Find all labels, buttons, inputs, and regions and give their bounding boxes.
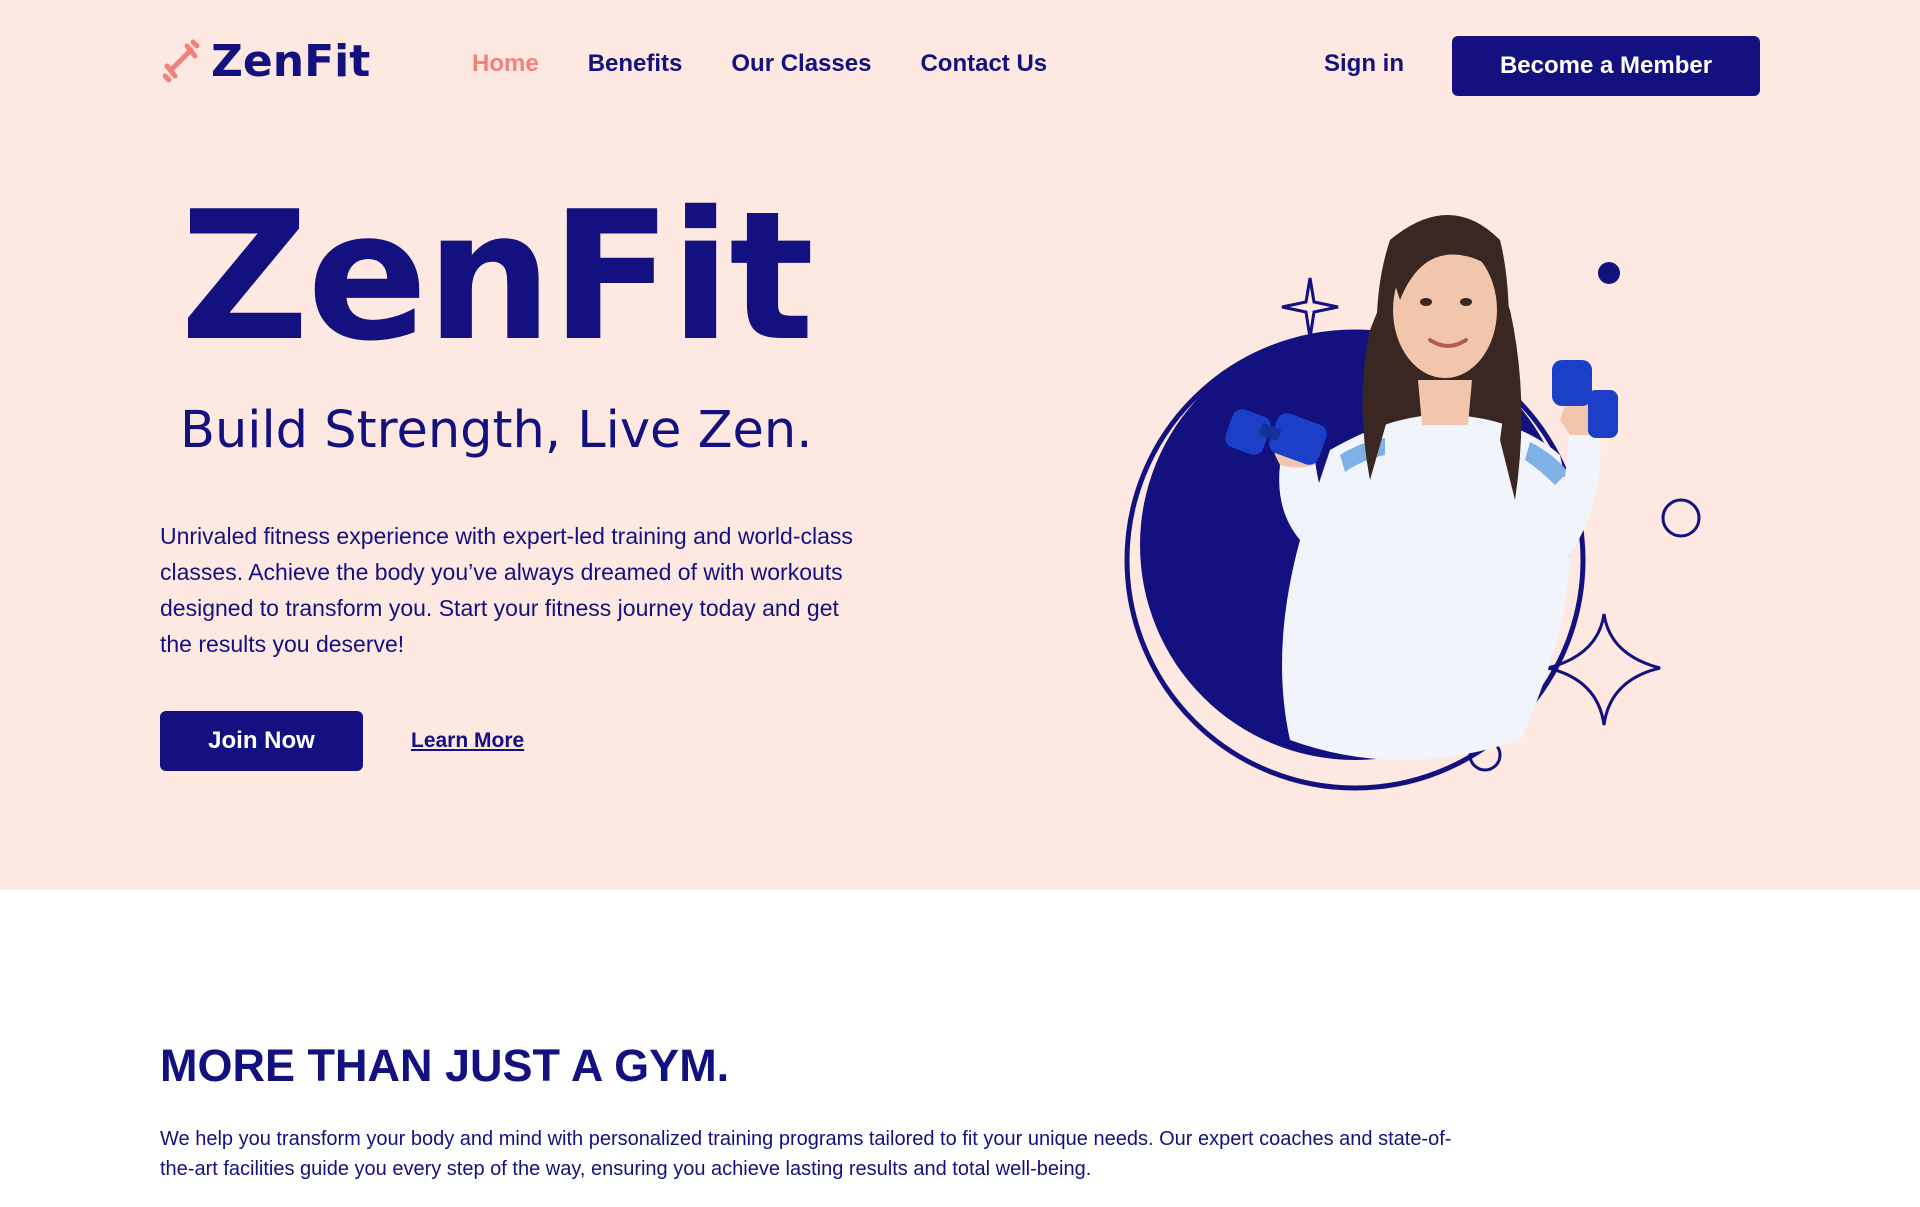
brand-logo[interactable]: ZenFit <box>163 35 371 87</box>
hero-description: Unrivaled fitness experience with expert… <box>160 523 853 657</box>
nav-item-benefits[interactable]: Benefits <box>588 50 683 78</box>
learn-more-link[interactable]: Learn More <box>411 729 524 753</box>
become-member-button[interactable]: Become a Member <box>1452 36 1760 96</box>
dumbbell-icon <box>163 39 200 83</box>
hero-title: ZenFit <box>180 173 814 380</box>
join-now-button[interactable]: Join Now <box>160 711 363 771</box>
section-title: MORE THAN JUST A GYM. <box>160 1040 730 1091</box>
hero-tagline: Build Strength, Live Zen. <box>180 401 813 460</box>
decorative-dot <box>1598 262 1620 284</box>
main-nav: Home Benefits Our Classes Contact Us <box>472 50 1047 78</box>
sparkle-icon <box>1547 613 1661 726</box>
decorative-circle <box>1661 498 1701 538</box>
nav-item-contact-us[interactable]: Contact Us <box>920 50 1047 78</box>
sparkle-icon <box>1281 277 1339 339</box>
hero-illustration <box>1124 215 1701 791</box>
brand-name: ZenFit <box>211 35 371 87</box>
nav-item-our-classes[interactable]: Our Classes <box>731 50 871 78</box>
hero-section: ZenFit Home Benefits Our Classes Contact… <box>0 0 1920 890</box>
sign-in-link[interactable]: Sign in <box>1324 50 1404 78</box>
nav-item-home[interactable]: Home <box>472 50 539 78</box>
section-description: We help you transform your body and mind… <box>160 1128 1452 1180</box>
